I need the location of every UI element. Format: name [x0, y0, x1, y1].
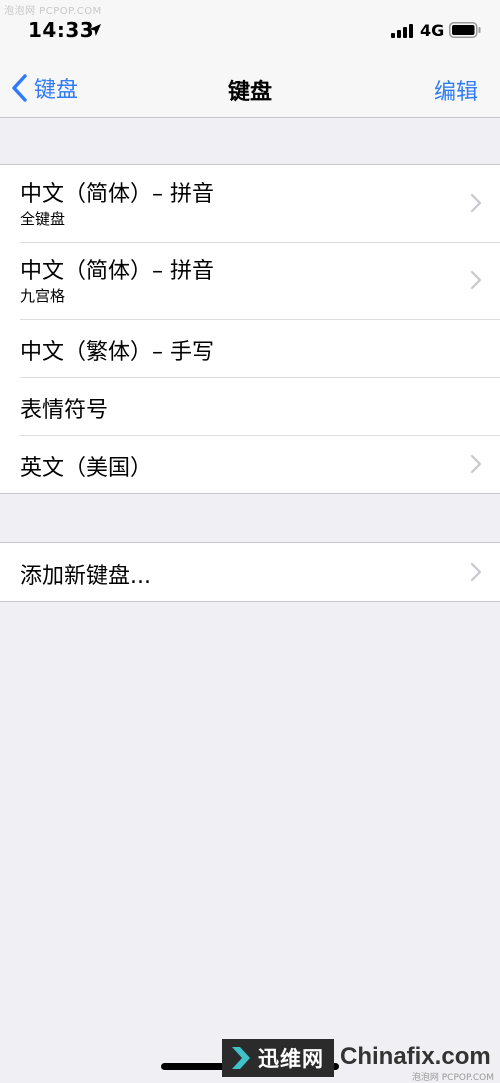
- edit-button[interactable]: 编辑: [434, 74, 478, 106]
- keyboard-item-emoji[interactable]: 表情符号: [0, 377, 500, 435]
- add-new-keyboard-button[interactable]: 添加新键盘...: [0, 543, 500, 601]
- status-time: 14:33: [28, 18, 95, 42]
- chevron-right-icon: [470, 270, 482, 290]
- watermark-top-text: 泡泡网 PCPOP.COM: [4, 6, 102, 17]
- keyboard-item-title: 表情符号: [20, 398, 109, 423]
- add-keyboard-group: 添加新键盘...: [0, 542, 500, 602]
- brand-subtext: 泡泡网 PCPOP.COM: [411, 1073, 494, 1083]
- brand-arrow-icon: [232, 1047, 250, 1069]
- keyboard-item-pinyin-9key[interactable]: 中文（简体）– 拼音 九宫格: [0, 242, 500, 319]
- chevron-right-icon: [470, 193, 482, 213]
- brand-watermark: 迅维网 Chinafix.com 泡泡网 PCPOP.COM: [222, 1039, 500, 1083]
- location-arrow-icon: [89, 24, 101, 36]
- chevron-right-icon: [470, 562, 482, 582]
- chevron-right-icon: [470, 454, 482, 474]
- keyboard-item-title: 中文（简体）– 拼音: [20, 182, 214, 207]
- keyboard-item-subtitle: 九宫格: [20, 287, 66, 305]
- keyboard-list: 中文（简体）– 拼音 全键盘 中文（简体）– 拼音 九宫格 中文（繁体）– 手写…: [0, 164, 500, 494]
- cellular-signal-icon: [391, 24, 413, 38]
- battery-icon: [449, 22, 481, 38]
- navigation-bar: 键盘 键盘 编辑: [0, 58, 500, 118]
- keyboard-item-title: 中文（繁体）– 手写: [20, 340, 214, 365]
- add-new-keyboard-label: 添加新键盘...: [20, 564, 151, 589]
- brand-logo-block: 迅维网: [222, 1039, 334, 1077]
- keyboard-item-title: 英文（美国）: [20, 456, 153, 481]
- keyboard-item-title: 中文（简体）– 拼音: [20, 259, 214, 284]
- keyboard-item-handwriting[interactable]: 中文（繁体）– 手写: [0, 319, 500, 377]
- keyboard-item-pinyin-full[interactable]: 中文（简体）– 拼音 全键盘: [0, 165, 500, 242]
- keyboard-item-subtitle: 全键盘: [20, 210, 66, 228]
- brand-name-en: Chinafix.com: [340, 1043, 491, 1070]
- keyboard-item-english-us[interactable]: 英文（美国）: [0, 435, 500, 493]
- network-type-label: 4G: [420, 21, 445, 40]
- page-title: 键盘: [227, 80, 272, 105]
- brand-name-cn: 迅维网: [258, 1047, 324, 1071]
